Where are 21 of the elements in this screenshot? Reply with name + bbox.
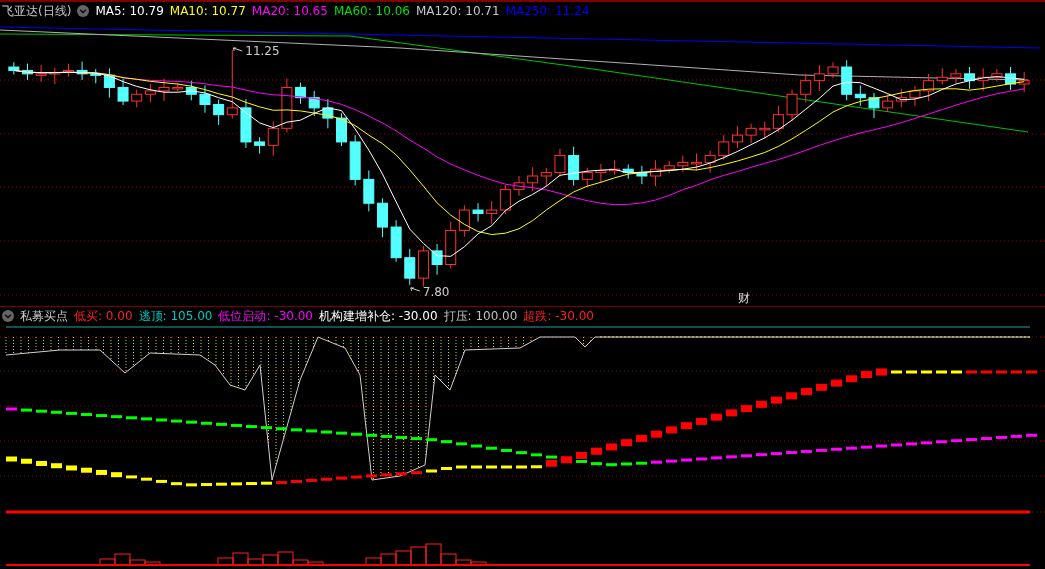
high-price-label: 11.25 [245,44,280,58]
indicator-value: MA5: 10.79 [95,4,164,18]
indicator-value: MA250: 11.24 [505,4,590,18]
chevron-down-icon[interactable] [77,5,90,17]
indicator-value: 低位启动: -30.00 [218,307,313,325]
chart-title: 私募买点 [20,307,68,325]
low-price-label: 7.80 [422,284,450,299]
finance-marker[interactable]: 财 [738,291,750,305]
indicator-value: 逃顶: 105.00 [138,307,213,325]
indicator-value: MA120: 10.71 [415,4,500,18]
indicator-value: 超跌: -30.00 [523,307,594,325]
indicator-value: 打压: 100.00 [443,307,518,325]
indicator-value: MA60: 10.06 [333,4,410,18]
pointer-arrow [232,47,243,52]
indicator-value: 机构建增补仓: -30.00 [319,307,438,325]
chart-title: 飞亚达(日线) [2,2,72,20]
indicator-value: MA10: 10.77 [169,4,246,18]
chevron-down-icon[interactable] [2,310,14,322]
indicator-value: MA20: 10.65 [251,4,328,18]
pointer-arrow [410,287,421,292]
indicator-value: 低买: 0.00 [74,307,133,325]
